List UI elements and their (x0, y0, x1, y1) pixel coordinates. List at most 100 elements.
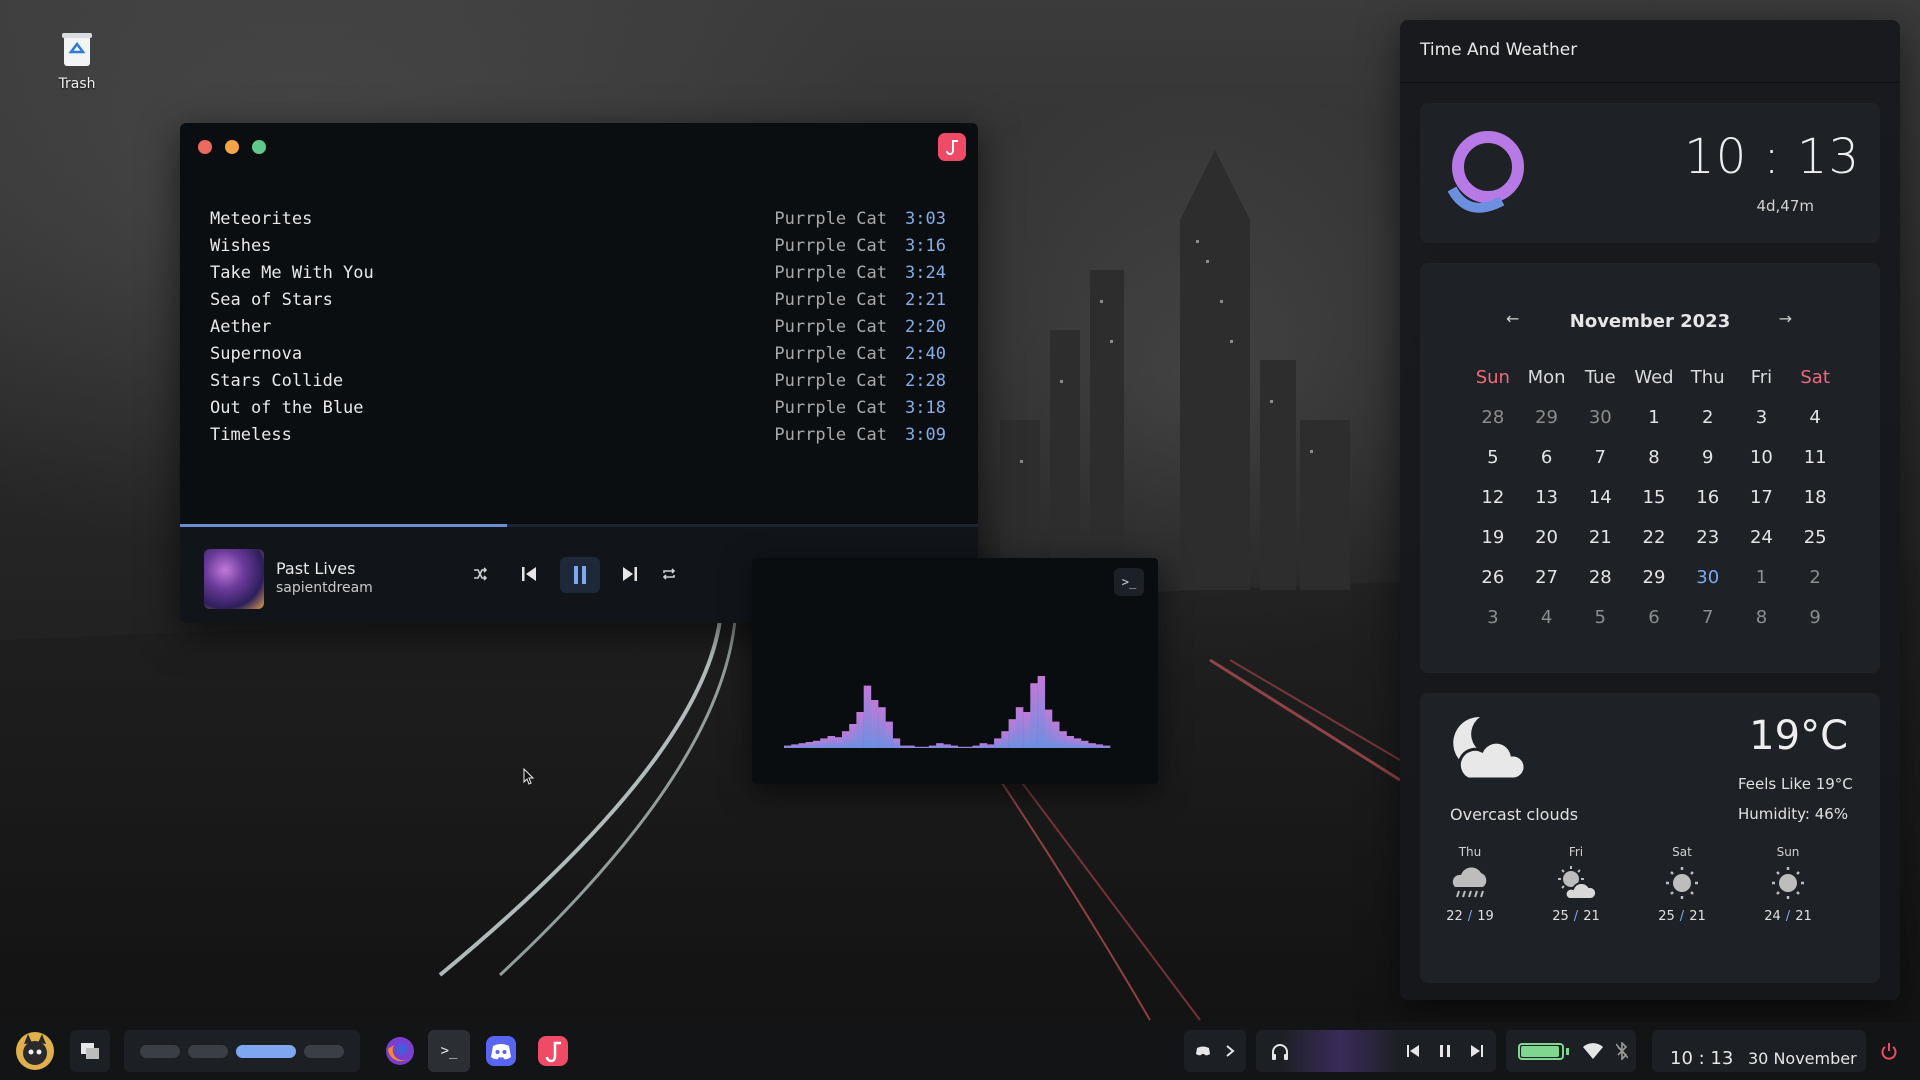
calendar-day[interactable]: 28 (1466, 397, 1520, 437)
terminal-app-icon[interactable]: >_ (428, 1030, 470, 1072)
battery-level (1521, 1046, 1559, 1057)
calendar-month: November 2023 (1569, 311, 1731, 332)
repeat-icon[interactable] (658, 563, 680, 585)
previous-icon[interactable] (1406, 1044, 1420, 1058)
calendar-day[interactable]: 7 (1681, 597, 1735, 637)
calendar-day[interactable]: 17 (1735, 477, 1789, 517)
calendar-day[interactable]: 29 (1520, 397, 1574, 437)
now-playing-title: Past Lives (276, 559, 356, 578)
calendar-day[interactable]: 6 (1520, 437, 1574, 477)
taskbar: >_ 10 : 13 30 November (0, 1022, 1920, 1080)
calendar-day[interactable]: 8 (1627, 437, 1681, 477)
track-row[interactable]: Aether Purrple Cat 2:20 (210, 313, 946, 340)
music-app-icon[interactable] (532, 1030, 574, 1072)
clock-widget[interactable]: 10 : 13 30 November (1652, 1030, 1866, 1072)
tray-expand[interactable] (1184, 1030, 1246, 1072)
pause-button[interactable] (560, 557, 600, 593)
workspace-switcher (124, 1030, 360, 1072)
track-row[interactable]: Sea of Stars Purrple Cat 2:21 (210, 286, 946, 313)
spectrum-bar (805, 742, 814, 748)
calendar-day[interactable]: 16 (1681, 477, 1735, 517)
calendar-day[interactable]: 3 (1466, 597, 1520, 637)
calendar-day[interactable]: 8 (1735, 597, 1789, 637)
calendar-day[interactable]: 23 (1681, 517, 1735, 557)
desktop-trash[interactable]: Trash (44, 30, 110, 92)
calendar-day[interactable]: 11 (1788, 437, 1842, 477)
now-playing-artist: sapientdream (276, 580, 373, 596)
calendar-day[interactable]: 26 (1466, 557, 1520, 597)
maximize-button[interactable] (252, 140, 266, 154)
rain-cloud-icon (1430, 859, 1510, 907)
moon-cloud-icon (1450, 711, 1527, 787)
calendar-day[interactable]: 20 (1520, 517, 1574, 557)
wifi-icon[interactable] (1582, 1042, 1604, 1060)
track-row[interactable]: Wishes Purrple Cat 3:16 (210, 232, 946, 259)
music-player-window[interactable]: Meteorites Purrple Cat 3:03 Wishes Purrple C… (180, 123, 978, 623)
calendar-day[interactable]: 4 (1788, 397, 1842, 437)
calendar-day-today[interactable]: 30 (1681, 557, 1735, 597)
workspace-2[interactable] (188, 1045, 228, 1058)
pause-icon[interactable] (1438, 1044, 1452, 1058)
calendar-day[interactable]: 29 (1627, 557, 1681, 597)
calendar-day[interactable]: 15 (1627, 477, 1681, 517)
calendar-day[interactable]: 30 (1573, 397, 1627, 437)
calendar-day[interactable]: 12 (1466, 477, 1520, 517)
battery-icon[interactable] (1518, 1043, 1564, 1060)
calendar-day[interactable]: 3 (1735, 397, 1789, 437)
weather-condition: Overcast clouds (1450, 805, 1579, 824)
calendar-day[interactable]: 10 (1735, 437, 1789, 477)
calendar-day[interactable]: 19 (1466, 517, 1520, 557)
workspace-1[interactable] (140, 1045, 180, 1058)
track-duration: 3:09 (905, 424, 946, 445)
track-row[interactable]: Stars Collide Purrple Cat 2:28 (210, 367, 946, 394)
track-row[interactable]: Out of the Blue Purrple Cat 3:18 (210, 394, 946, 421)
track-row[interactable]: Timeless Purrple Cat 3:09 (210, 421, 946, 448)
calendar-day[interactable]: 5 (1466, 437, 1520, 477)
weekday-header: Wed (1634, 366, 1674, 388)
next-month-button[interactable]: → (1779, 309, 1792, 328)
calendar-day[interactable]: 1 (1627, 397, 1681, 437)
calendar-day[interactable]: 22 (1627, 517, 1681, 557)
power-button[interactable] (1868, 1030, 1910, 1072)
track-duration: 2:21 (905, 289, 946, 310)
calendar-day[interactable]: 6 (1627, 597, 1681, 637)
window-switcher-button[interactable] (70, 1030, 110, 1072)
calendar-day[interactable]: 7 (1573, 437, 1627, 477)
track-duration: 2:40 (905, 343, 946, 364)
calendar-day[interactable]: 13 (1520, 477, 1574, 517)
spectrum-bar (1023, 712, 1031, 748)
next-icon[interactable] (619, 563, 641, 585)
workspace-3-active[interactable] (236, 1045, 296, 1058)
calendar-day[interactable]: 1 (1735, 557, 1789, 597)
calendar-day[interactable]: 2 (1788, 557, 1842, 597)
track-row[interactable]: Take Me With You Purrple Cat 3:24 (210, 259, 946, 286)
calendar-day[interactable]: 5 (1573, 597, 1627, 637)
bluetooth-off-icon[interactable] (1616, 1042, 1628, 1060)
discord-icon[interactable] (480, 1030, 522, 1072)
close-button[interactable] (198, 140, 212, 154)
forecast-day-label: Fri (1568, 845, 1584, 859)
spectrum-bar (1095, 744, 1103, 748)
track-row[interactable]: Meteorites Purrple Cat 3:03 (210, 205, 946, 232)
workspace-4[interactable] (304, 1045, 344, 1058)
previous-icon[interactable] (518, 563, 540, 585)
calendar-day[interactable]: 24 (1735, 517, 1789, 557)
calendar-day[interactable]: 2 (1681, 397, 1735, 437)
calendar-day[interactable]: 28 (1573, 557, 1627, 597)
visualizer-window[interactable]: >_ (752, 558, 1158, 784)
calendar-day[interactable]: 27 (1520, 557, 1574, 597)
calendar-day[interactable]: 18 (1788, 477, 1842, 517)
next-icon[interactable] (1470, 1044, 1484, 1058)
calendar-day[interactable]: 14 (1573, 477, 1627, 517)
shuffle-icon[interactable] (469, 563, 491, 585)
minimize-button[interactable] (225, 140, 239, 154)
calendar-day[interactable]: 4 (1520, 597, 1574, 637)
track-row[interactable]: Supernova Purrple Cat 2:40 (210, 340, 946, 367)
launcher-button[interactable] (10, 1030, 60, 1072)
calendar-day[interactable]: 21 (1573, 517, 1627, 557)
calendar-day[interactable]: 9 (1681, 437, 1735, 477)
calendar-day[interactable]: 9 (1788, 597, 1842, 637)
calendar-day[interactable]: 25 (1788, 517, 1842, 557)
track-duration: 3:18 (905, 397, 946, 418)
firefox-icon[interactable] (380, 1030, 420, 1072)
